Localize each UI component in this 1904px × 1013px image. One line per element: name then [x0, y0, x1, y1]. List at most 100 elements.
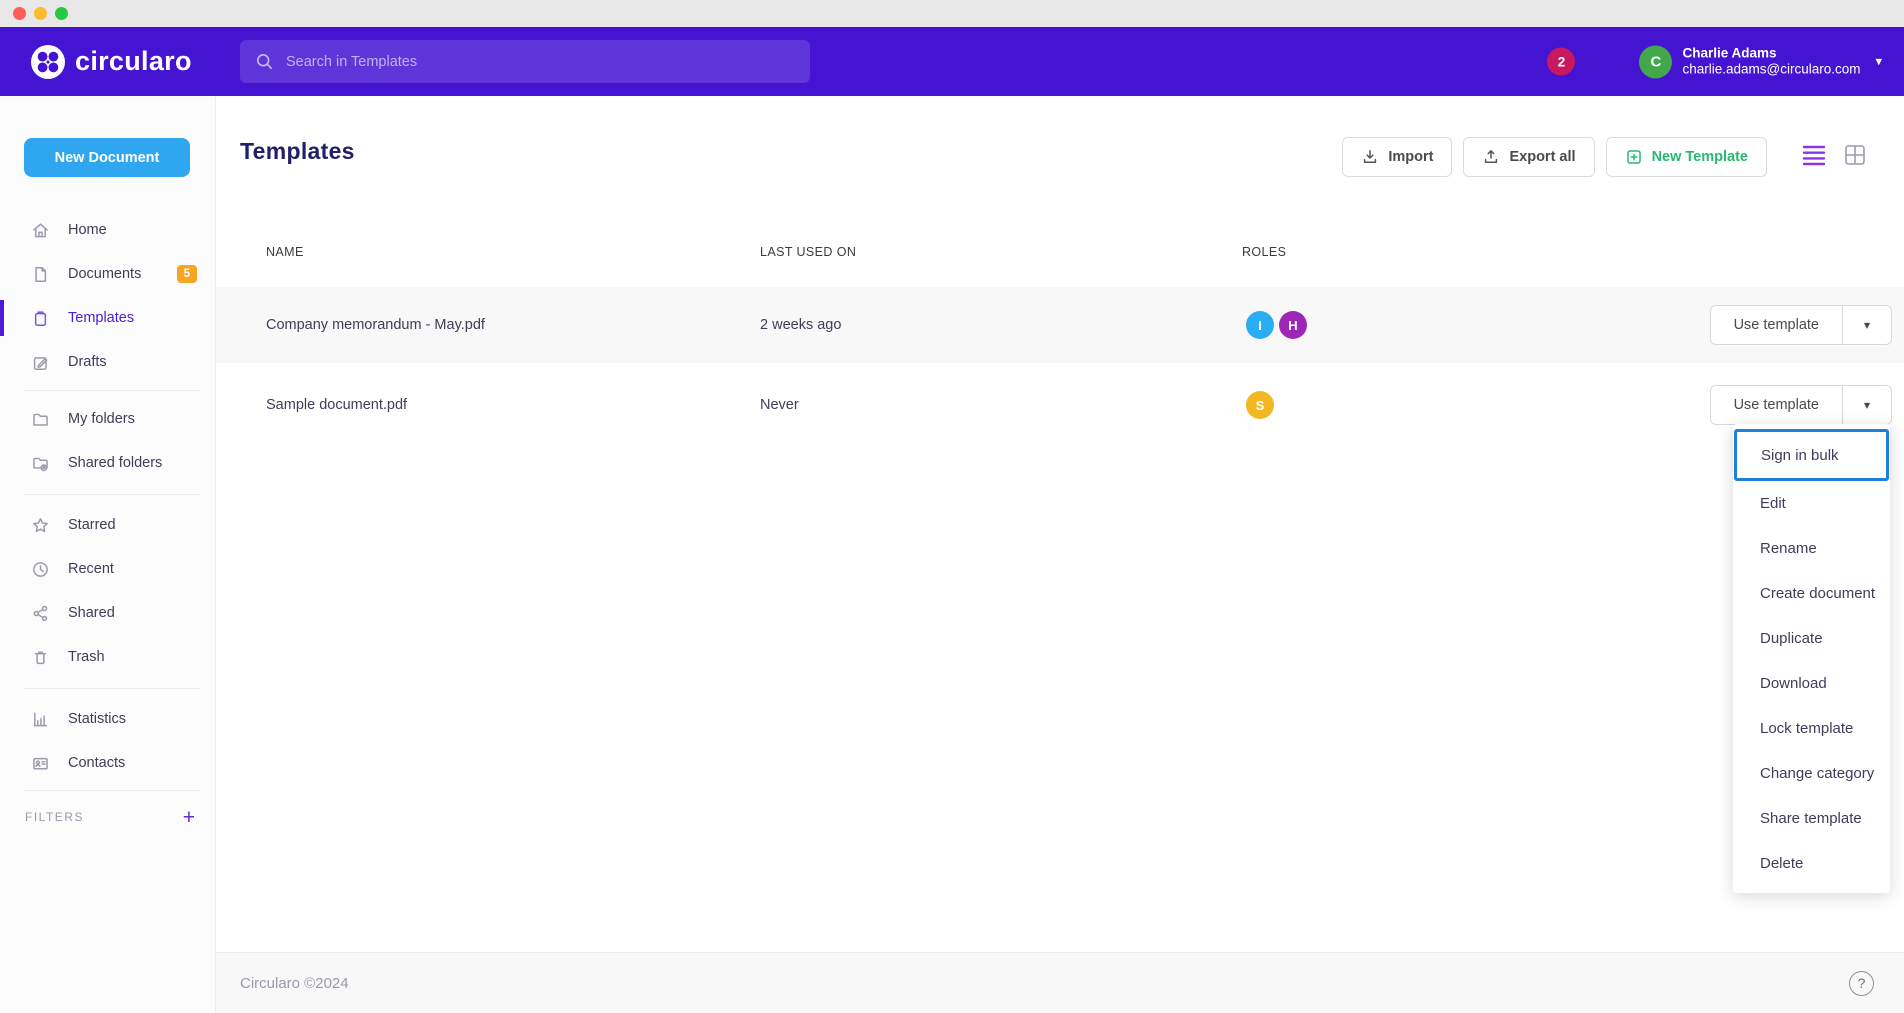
- sidebar-item-drafts[interactable]: Drafts: [0, 340, 215, 384]
- import-icon: [1361, 148, 1379, 166]
- brand-logo[interactable]: circularo: [31, 45, 192, 79]
- help-icon[interactable]: ?: [1849, 971, 1874, 996]
- add-filter-button[interactable]: +: [183, 807, 195, 828]
- sidebar-divider: [24, 790, 200, 791]
- template-actions-chevron-down-icon[interactable]: ▾: [1843, 306, 1891, 344]
- sidebar-item-shared[interactable]: Shared: [0, 591, 215, 635]
- window-minimize-button[interactable]: [34, 7, 47, 20]
- sidebar-divider: [24, 688, 200, 689]
- menu-item-change-category[interactable]: Change category: [1733, 751, 1890, 796]
- new-template-button[interactable]: New Template: [1606, 137, 1767, 177]
- edit-pencil-icon: [31, 352, 51, 372]
- sidebar-item-documents[interactable]: Documents 5: [0, 252, 215, 296]
- menu-item-share-template[interactable]: Share template: [1733, 796, 1890, 841]
- sidebar-item-shared-folders[interactable]: Shared folders: [0, 441, 215, 485]
- template-roles: I H: [1246, 311, 1307, 339]
- sidebar-item-label: Shared folders: [68, 455, 162, 471]
- template-name: Sample document.pdf: [266, 397, 407, 413]
- user-avatar[interactable]: C: [1639, 45, 1672, 78]
- sidebar-item-label: Templates: [68, 310, 134, 326]
- sidebar-item-starred[interactable]: Starred: [0, 503, 215, 547]
- user-menu-chevron-down-icon[interactable]: ▾: [1875, 54, 1882, 70]
- search-bar[interactable]: [240, 40, 810, 83]
- template-actions-chevron-down-icon[interactable]: ▾: [1843, 386, 1891, 424]
- new-document-button[interactable]: New Document: [24, 138, 190, 177]
- new-template-label: New Template: [1652, 149, 1748, 165]
- menu-item-delete[interactable]: Delete: [1733, 841, 1890, 886]
- sidebar-item-label: Statistics: [68, 711, 126, 727]
- documents-count-badge: 5: [177, 265, 197, 283]
- import-button[interactable]: Import: [1342, 137, 1452, 177]
- use-template-split-button: Use template ▾: [1710, 305, 1892, 345]
- sidebar-item-label: My folders: [68, 411, 135, 427]
- menu-item-edit[interactable]: Edit: [1733, 481, 1890, 526]
- sidebar-item-label: Shared: [68, 605, 115, 621]
- sidebar-item-label: Starred: [68, 517, 116, 533]
- page-title: Templates: [240, 138, 355, 165]
- menu-item-download[interactable]: Download: [1733, 661, 1890, 706]
- search-icon: [255, 52, 274, 71]
- sidebar-divider: [24, 390, 200, 391]
- plus-square-icon: [1625, 148, 1643, 166]
- sidebar-item-my-folders[interactable]: My folders: [0, 397, 215, 441]
- window-zoom-button[interactable]: [55, 7, 68, 20]
- sidebar-item-templates[interactable]: Templates: [0, 296, 215, 340]
- star-icon: [31, 515, 51, 535]
- window-close-button[interactable]: [13, 7, 26, 20]
- search-input[interactable]: [286, 54, 795, 70]
- sidebar-item-trash[interactable]: Trash: [0, 635, 215, 679]
- table-header: NAME LAST USED ON ROLES: [216, 225, 1904, 287]
- menu-item-duplicate[interactable]: Duplicate: [1733, 616, 1890, 661]
- menu-item-lock-template[interactable]: Lock template: [1733, 706, 1890, 751]
- column-header-name[interactable]: NAME: [266, 245, 304, 259]
- shared-folder-icon: [31, 453, 51, 473]
- user-info[interactable]: Charlie Adams charlie.adams@circularo.co…: [1682, 46, 1860, 78]
- main-content: Templates Import Export all: [216, 96, 1904, 1013]
- list-view-icon[interactable]: [1802, 143, 1826, 167]
- view-toggles: [1802, 143, 1867, 167]
- sidebar-item-label: Contacts: [68, 755, 125, 771]
- contact-card-icon: [31, 753, 51, 773]
- sidebar-item-home[interactable]: Home: [0, 208, 215, 252]
- bar-chart-icon: [31, 709, 51, 729]
- sidebar-nav: Home Documents 5 Templates: [0, 208, 215, 835]
- document-icon: [31, 264, 51, 284]
- table-row[interactable]: Company memorandum - May.pdf 2 weeks ago…: [216, 287, 1904, 363]
- menu-item-create-document[interactable]: Create document: [1733, 571, 1890, 616]
- export-all-label: Export all: [1509, 149, 1575, 165]
- circularo-logo-icon: [31, 45, 65, 79]
- sidebar-item-statistics[interactable]: Statistics: [0, 697, 215, 741]
- header-right: 2 C Charlie Adams charlie.adams@circular…: [1547, 45, 1882, 78]
- use-template-button[interactable]: Use template: [1711, 306, 1843, 344]
- folder-icon: [31, 409, 51, 429]
- table-row[interactable]: Sample document.pdf Never S Use template…: [216, 367, 1904, 443]
- home-icon: [31, 220, 51, 240]
- column-header-roles[interactable]: ROLES: [1242, 245, 1286, 259]
- filters-section: FILTERS +: [0, 799, 215, 835]
- sidebar-item-recent[interactable]: Recent: [0, 547, 215, 591]
- page-actions: Import Export all New Template: [1342, 137, 1767, 177]
- grid-view-icon[interactable]: [1843, 143, 1867, 167]
- menu-item-sign-in-bulk[interactable]: Sign in bulk: [1734, 429, 1889, 481]
- use-template-split-button: Use template ▾: [1710, 385, 1892, 425]
- export-all-button[interactable]: Export all: [1463, 137, 1594, 177]
- template-name: Company memorandum - May.pdf: [266, 317, 485, 333]
- user-email: charlie.adams@circularo.com: [1682, 62, 1860, 78]
- template-last-used: 2 weeks ago: [760, 317, 841, 333]
- column-header-last-used[interactable]: LAST USED ON: [760, 245, 856, 259]
- role-avatar[interactable]: H: [1279, 311, 1307, 339]
- role-avatar[interactable]: S: [1246, 391, 1274, 419]
- role-avatar[interactable]: I: [1246, 311, 1274, 339]
- sidebar-item-label: Home: [68, 222, 107, 238]
- copyright-text: Circularo ©2024: [240, 975, 349, 992]
- menu-item-rename[interactable]: Rename: [1733, 526, 1890, 571]
- use-template-button[interactable]: Use template: [1711, 386, 1843, 424]
- app-header: circularo 2 C Charlie Adams charlie.adam…: [0, 27, 1904, 96]
- import-label: Import: [1388, 149, 1433, 165]
- trash-icon: [31, 647, 51, 667]
- notifications-badge[interactable]: 2: [1547, 48, 1575, 76]
- sidebar-item-contacts[interactable]: Contacts: [0, 741, 215, 785]
- sidebar-divider: [24, 494, 200, 495]
- share-icon: [31, 603, 51, 623]
- sidebar-item-label: Trash: [68, 649, 105, 665]
